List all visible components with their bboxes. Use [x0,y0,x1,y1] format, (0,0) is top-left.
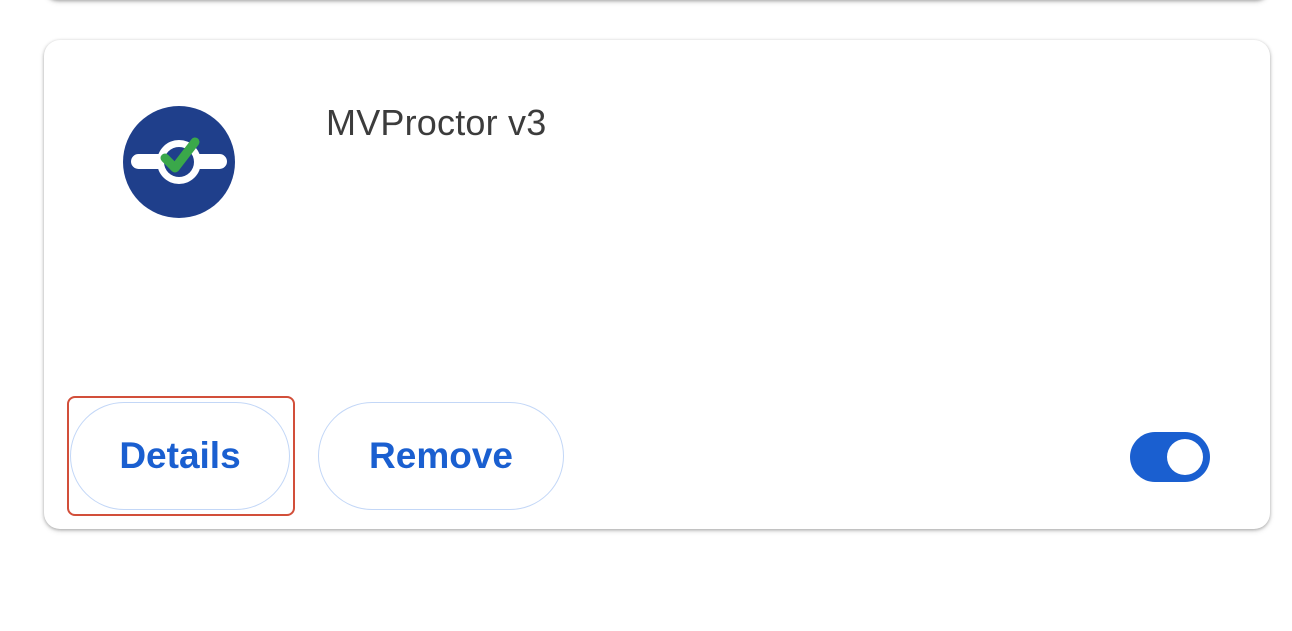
details-button[interactable]: Details [70,402,290,510]
extension-card: MVProctor v3 Details Remove [44,40,1270,529]
toggle-knob [1167,439,1203,475]
remove-button[interactable]: Remove [318,402,564,510]
extension-name: MVProctor v3 [326,102,547,143]
enable-extension-toggle[interactable] [1130,432,1210,482]
mvproctor-logo-icon [123,106,235,218]
